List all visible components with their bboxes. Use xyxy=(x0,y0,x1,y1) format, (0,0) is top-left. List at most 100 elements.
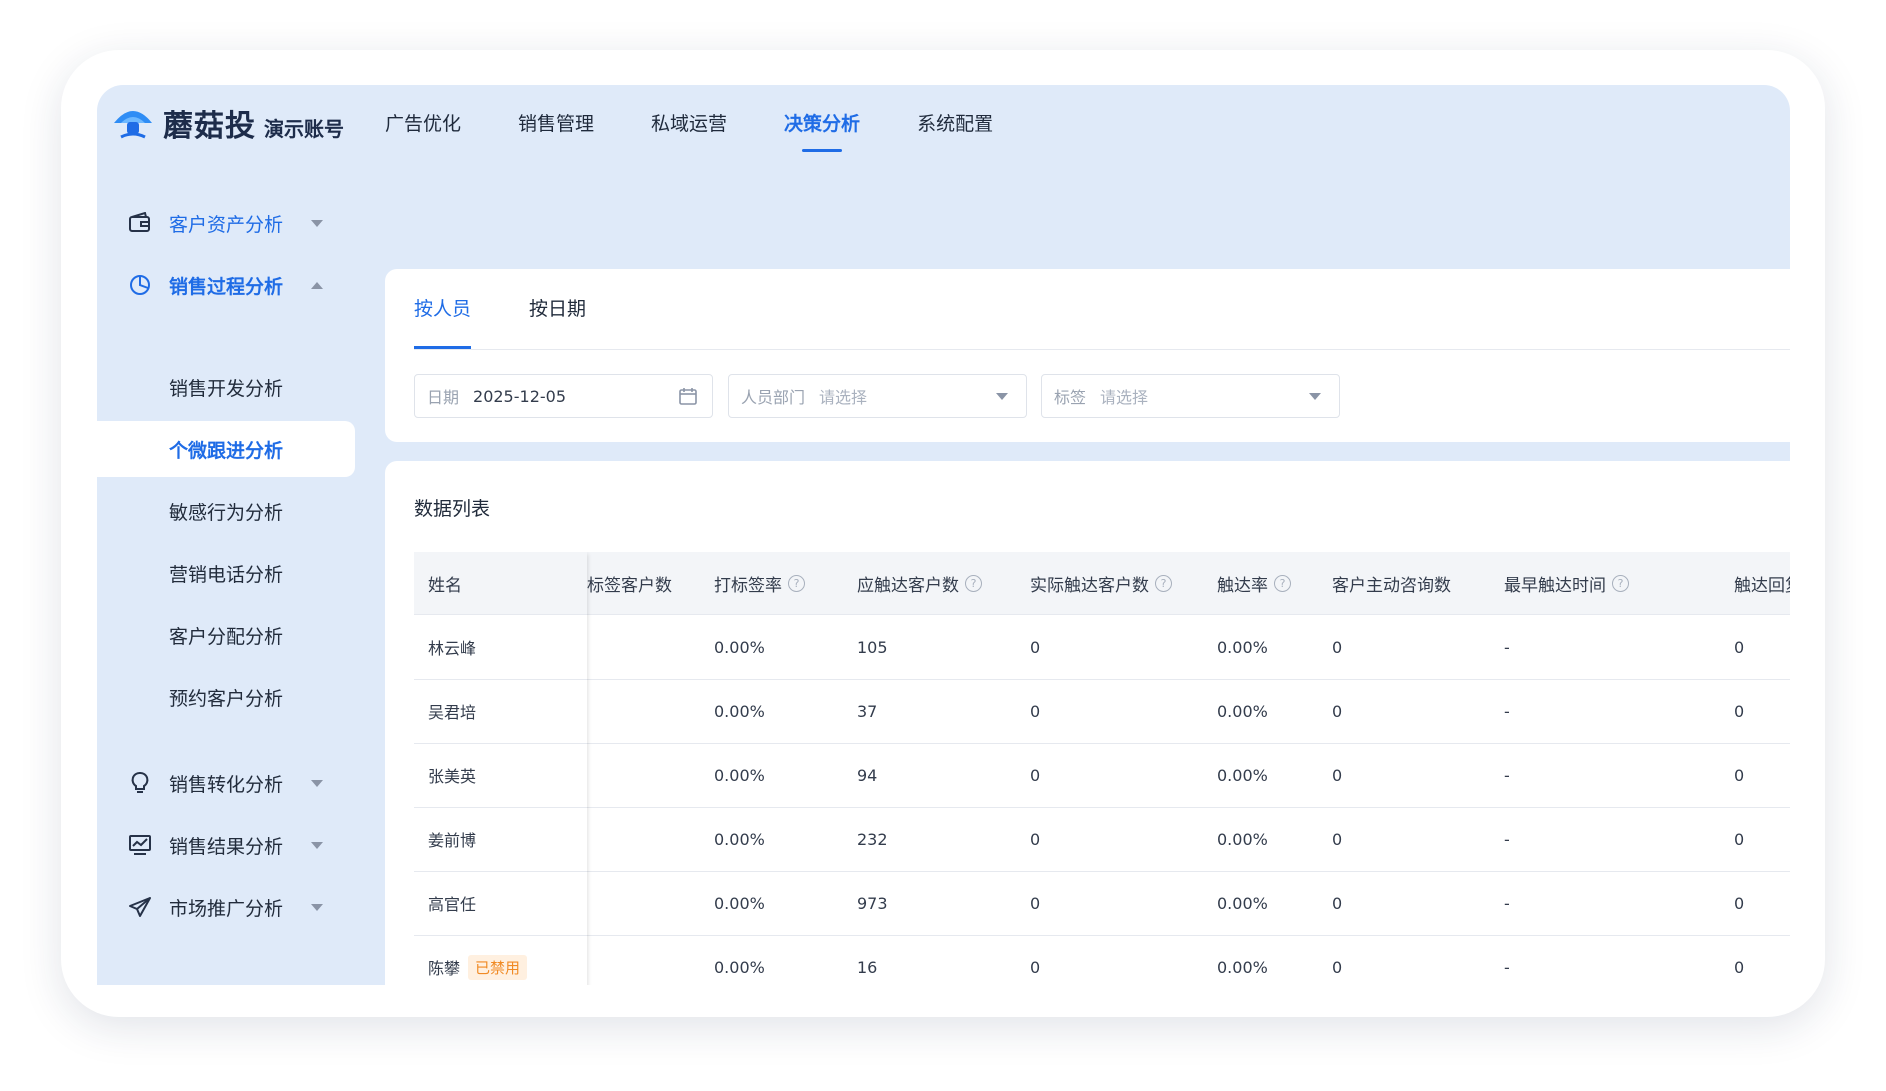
nav-sales-management[interactable]: 销售管理 xyxy=(518,103,594,142)
cell-tag-rate: 0.00% xyxy=(714,807,765,871)
cell-actual-reach-text: 0 xyxy=(1030,765,1041,785)
cell-actual-reach-text: 0 xyxy=(1030,893,1041,913)
sidebar-item-label: 个微跟进分析 xyxy=(169,439,284,462)
nav-system-config[interactable]: 系统配置 xyxy=(917,103,993,142)
sidebar-item-appointment-customers[interactable]: 预约客户分析 xyxy=(97,669,385,725)
cell-should-reach-text: 94 xyxy=(857,765,878,785)
cell-name-text: 陈攀 xyxy=(428,959,461,978)
cell-tag-rate: 0.00% xyxy=(714,871,765,935)
cell-replies: 0 xyxy=(1734,743,1744,807)
chevron-down-icon xyxy=(1309,393,1321,400)
help-icon[interactable]: ? xyxy=(1612,574,1629,592)
cell-tag-rate: 0.00% xyxy=(714,743,765,807)
sidebar-group-label: 市场推广分析 xyxy=(169,897,284,920)
logo[interactable]: 蘑菇投 演示账号 xyxy=(111,101,344,145)
column-header-actual-reach[interactable]: 实际触达客户数? xyxy=(1030,552,1172,614)
nav-decision-analysis[interactable]: 决策分析 xyxy=(784,103,860,152)
table-header: 姓名 标签客户数 打标签率? 应触达客户数? 实际触达客户数? 触达率? 客户主… xyxy=(414,552,1790,615)
cell-replies-text: 0 xyxy=(1734,637,1745,657)
date-picker[interactable]: 日期 2025-12-05 xyxy=(414,374,713,418)
date-field-label: 日期 xyxy=(427,388,460,407)
cell-should-reach: 16 xyxy=(857,935,877,985)
cell-inquiries: 0 xyxy=(1332,743,1342,807)
sidebar-item-marketing-calls[interactable]: 营销电话分析 xyxy=(97,545,385,601)
column-header-name[interactable]: 姓名 xyxy=(428,552,462,614)
department-select[interactable]: 人员部门 请选择 xyxy=(728,374,1027,418)
top-bar: 蘑菇投 演示账号 广告优化 销售管理 私域运营 决策分析 系统配置 xyxy=(97,85,1790,185)
sidebar-item-sales-development[interactable]: 销售开发分析 xyxy=(97,359,385,415)
cell-reach-rate: 0.00% xyxy=(1217,871,1268,935)
help-icon[interactable]: ? xyxy=(1155,574,1172,592)
tag-placeholder: 请选择 xyxy=(1100,388,1149,407)
help-icon[interactable]: ? xyxy=(965,574,982,592)
cell-tag-rate-text: 0.00% xyxy=(714,829,765,849)
column-header-tagged-customers[interactable]: 标签客户数 xyxy=(587,552,672,614)
column-header-replies[interactable]: 触达回复 xyxy=(1734,552,1790,614)
account-label: 演示账号 xyxy=(264,116,344,141)
sidebar-group-label: 销售结果分析 xyxy=(169,835,284,858)
cell-earliest-reach-text: - xyxy=(1504,957,1510,977)
cell-replies-text: 0 xyxy=(1734,701,1745,721)
cell-tag-rate-text: 0.00% xyxy=(714,893,765,913)
sidebar-group-sales-process[interactable]: 销售过程分析 xyxy=(97,259,385,311)
tag-select[interactable]: 标签 请选择 xyxy=(1041,374,1340,418)
help-icon[interactable]: ? xyxy=(788,574,805,592)
tag-field-label: 标签 xyxy=(1054,388,1087,407)
sidebar-item-wechat-followup[interactable]: 个微跟进分析 xyxy=(97,421,355,477)
cell-actual-reach-text: 0 xyxy=(1030,957,1041,977)
department-placeholder: 请选择 xyxy=(819,388,868,407)
table-title: 数据列表 xyxy=(414,498,491,520)
cell-earliest-reach: - xyxy=(1504,743,1510,807)
column-header-tag-rate[interactable]: 打标签率? xyxy=(714,552,805,614)
cell-earliest-reach: - xyxy=(1504,679,1510,743)
column-header-should-reach[interactable]: 应触达客户数? xyxy=(857,552,982,614)
sidebar-item-customer-assignment[interactable]: 客户分配分析 xyxy=(97,607,385,663)
table-row[interactable]: 林云峰 0.00% 105 0 0.00% 0 - 0 xyxy=(414,615,1790,680)
table-row[interactable]: 吴君培 0.00% 37 0 0.00% 0 - 0 xyxy=(414,679,1790,744)
sidebar-item-sensitive-behavior[interactable]: 敏感行为分析 xyxy=(97,483,385,539)
cell-replies-text: 0 xyxy=(1734,893,1745,913)
cell-replies-text: 0 xyxy=(1734,957,1745,977)
table-row[interactable]: 陈攀 已禁用 0.00% 16 0 0.00% 0 - 0 xyxy=(414,935,1790,985)
cell-actual-reach-text: 0 xyxy=(1030,701,1041,721)
cell-replies: 0 xyxy=(1734,679,1744,743)
column-header-inquiries[interactable]: 客户主动咨询数 xyxy=(1332,552,1451,614)
nav-private-domain[interactable]: 私域运营 xyxy=(651,103,727,142)
sidebar-group-label: 销售过程分析 xyxy=(169,275,284,298)
sidebar-group-sales-conversion[interactable]: 销售转化分析 xyxy=(97,757,385,809)
column-header-reach-rate[interactable]: 触达率? xyxy=(1217,552,1291,614)
table-row[interactable]: 高官任 0.00% 973 0 0.00% 0 - 0 xyxy=(414,871,1790,936)
cell-should-reach-text: 16 xyxy=(857,957,878,977)
column-header-label: 应触达客户数 xyxy=(857,575,959,596)
cell-inquiries: 0 xyxy=(1332,871,1342,935)
column-header-earliest-reach[interactable]: 最早触达时间? xyxy=(1504,552,1629,614)
nav-ad-optimization[interactable]: 广告优化 xyxy=(385,103,461,142)
sidebar-group-marketing-promotion[interactable]: 市场推广分析 xyxy=(97,881,385,933)
cell-actual-reach: 0 xyxy=(1030,935,1040,985)
cell-reach-rate: 0.00% xyxy=(1217,807,1268,871)
cell-earliest-reach: - xyxy=(1504,935,1510,985)
cell-actual-reach-text: 0 xyxy=(1030,637,1041,657)
cell-reach-rate-text: 0.00% xyxy=(1217,893,1268,913)
cell-inquiries-text: 0 xyxy=(1332,765,1343,785)
cell-reach-rate-text: 0.00% xyxy=(1217,829,1268,849)
cell-actual-reach: 0 xyxy=(1030,807,1040,871)
cell-tag-rate-text: 0.00% xyxy=(714,957,765,977)
view-tabs: 按人员 按日期 xyxy=(414,269,644,349)
cell-tag-rate: 0.00% xyxy=(714,935,765,985)
tab-by-date[interactable]: 按日期 xyxy=(529,269,586,349)
sidebar-group-customer-assets[interactable]: 客户资产分析 xyxy=(97,197,385,249)
data-table: 姓名 标签客户数 打标签率? 应触达客户数? 实际触达客户数? 触达率? 客户主… xyxy=(414,552,1790,985)
wallet-icon xyxy=(127,210,153,236)
tab-by-person[interactable]: 按人员 xyxy=(414,269,472,349)
cell-actual-reach-text: 0 xyxy=(1030,829,1041,849)
help-icon[interactable]: ? xyxy=(1274,574,1291,592)
cell-inquiries-text: 0 xyxy=(1332,957,1343,977)
table-row[interactable]: 姜前博 0.00% 232 0 0.00% 0 - 0 xyxy=(414,807,1790,872)
cell-inquiries-text: 0 xyxy=(1332,701,1343,721)
cell-inquiries-text: 0 xyxy=(1332,829,1343,849)
sidebar-group-sales-results[interactable]: 销售结果分析 xyxy=(97,819,385,871)
table-row[interactable]: 张美英 0.00% 94 0 0.00% 0 - 0 xyxy=(414,743,1790,808)
sidebar-group-label: 销售转化分析 xyxy=(169,773,284,796)
cell-name-text: 张美英 xyxy=(428,767,477,786)
